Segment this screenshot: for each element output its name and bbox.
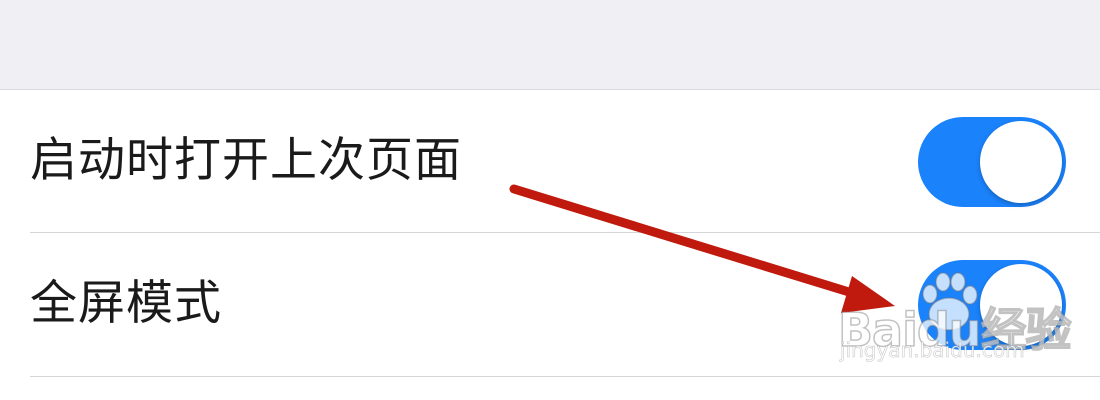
settings-list: 启动时打开上次页面 全屏模式 bbox=[0, 90, 1100, 400]
fullscreen-mode-toggle[interactable] bbox=[918, 260, 1066, 350]
row-divider bbox=[30, 376, 1100, 377]
setting-row-fullscreen-mode[interactable]: 全屏模式 bbox=[0, 233, 1100, 375]
restore-last-page-toggle[interactable] bbox=[918, 117, 1066, 207]
settings-screen: 启动时打开上次页面 全屏模式 Baidu经验 jingyan.baidu.com bbox=[0, 0, 1100, 400]
setting-row-restore-last-page[interactable]: 启动时打开上次页面 bbox=[0, 90, 1100, 232]
top-blank-area bbox=[0, 0, 1100, 90]
setting-label-fullscreen-mode: 全屏模式 bbox=[30, 276, 222, 331]
setting-label-restore-last-page: 启动时打开上次页面 bbox=[30, 133, 462, 188]
toggle-knob bbox=[980, 121, 1062, 203]
toggle-knob bbox=[980, 264, 1062, 346]
